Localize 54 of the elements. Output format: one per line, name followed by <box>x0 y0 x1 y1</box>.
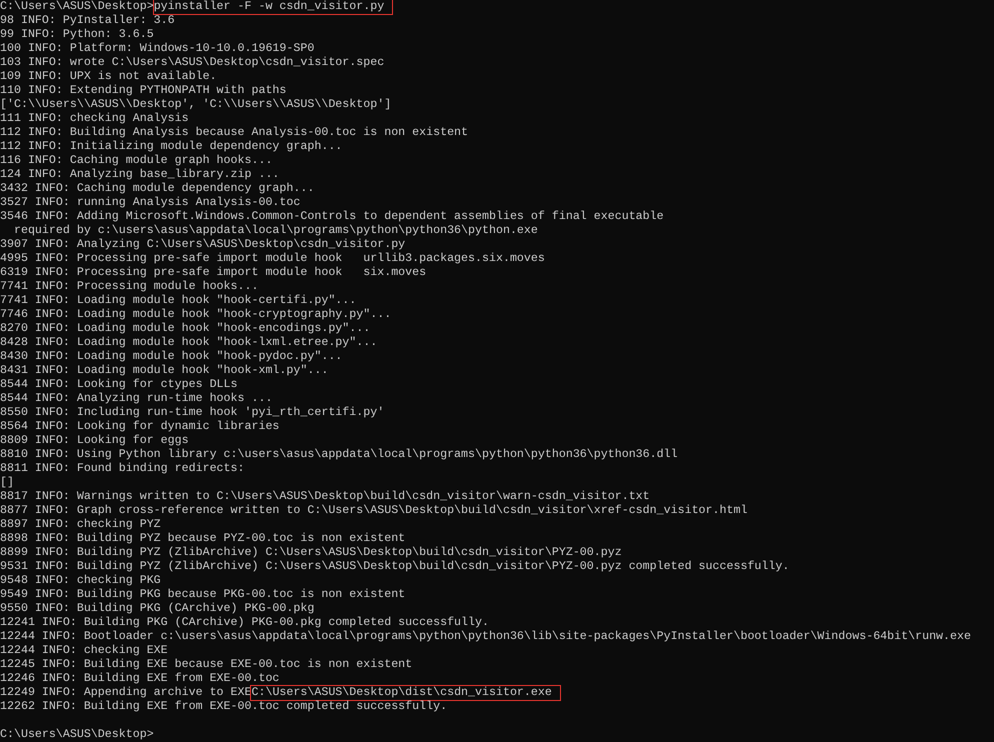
console-line: ['C:\\Users\\ASUS\\Desktop', 'C:\\Users\\ASUS\\Desktop'] <box>0 98 392 112</box>
console-line: 12241 INFO: Building PKG (CArchive) PKG-00.pkg completed successfully. <box>0 616 489 630</box>
console-line: 9550 INFO: Building PKG (CArchive) PKG-00.pkg <box>0 602 314 616</box>
console-line: 8877 INFO: Graph cross-reference written to C:\Users\ASUS\Desktop\build\csdn_visitor\xref-csdn_visitor.html <box>0 504 748 518</box>
console-line: 12249 INFO: Appending archive to EXE <box>0 686 252 700</box>
console-line: 8550 INFO: Including run-time hook 'pyi_rth_certifi.py' <box>0 406 384 420</box>
console-line: 98 INFO: PyInstaller: 3.6 <box>0 14 175 28</box>
console-line: 8431 INFO: Loading module hook "hook-xml.py"... <box>0 364 328 378</box>
console-line: 12246 INFO: Building EXE from EXE-00.toc <box>0 672 280 686</box>
console-line: 12244 INFO: checking EXE <box>0 644 168 658</box>
console-line: 9549 INFO: Building PKG because PKG-00.toc is non existent <box>0 588 406 602</box>
console-line: 12244 INFO: Bootloader c:\users\asus\appdata\local\programs\python\python36\lib\site-packages\PyInstaller\bootloader\Windows-64bit\runw.exe <box>0 630 971 644</box>
console-line: 3432 INFO: Caching module dependency graph... <box>0 182 314 196</box>
console-line: 12245 INFO: Building EXE because EXE-00.toc is non existent <box>0 658 412 672</box>
console-line: 8544 INFO: Looking for ctypes DLLs <box>0 378 238 392</box>
console-line: 111 INFO: checking Analysis <box>0 112 189 126</box>
console-line: 8564 INFO: Looking for dynamic libraries <box>0 420 280 434</box>
console-line: 112 INFO: Building Analysis because Analysis-00.toc is non existent <box>0 126 468 140</box>
console-line: 112 INFO: Initializing module dependency graph... <box>0 140 342 154</box>
console-line: 8428 INFO: Loading module hook "hook-lxml.etree.py"... <box>0 336 378 350</box>
console-line: 103 INFO: wrote C:\Users\ASUS\Desktop\csdn_visitor.spec <box>0 56 384 70</box>
highlighted-text: pyinstaller -F -w csdn_visitor.py <box>154 0 392 14</box>
console-line: 3546 INFO: Adding Microsoft.Windows.Common-Controls to dependent assemblies of final executable <box>0 210 664 224</box>
console-line: 8899 INFO: Building PYZ (ZlibArchive) C:\Users\ASUS\Desktop\build\csdn_visitor\PYZ-00.pyz <box>0 546 622 560</box>
console-line: 8897 INFO: checking PYZ <box>0 518 161 532</box>
console-line: 7741 INFO: Loading module hook "hook-certifi.py"... <box>0 294 356 308</box>
console-line: 8898 INFO: Building PYZ because PYZ-00.toc is non existent <box>0 532 406 546</box>
console-line: 8544 INFO: Analyzing run-time hooks ... <box>0 392 272 406</box>
console-line: 99 INFO: Python: 3.6.5 <box>0 28 154 42</box>
highlighted-text: C:\Users\ASUS\Desktop\dist\csdn_visitor.exe <box>251 686 560 700</box>
console-line: 8270 INFO: Loading module hook "hook-encodings.py"... <box>0 322 370 336</box>
console-line: 3527 INFO: running Analysis Analysis-00.toc <box>0 196 300 210</box>
console-line: 9531 INFO: Building PYZ (ZlibArchive) C:\Users\ASUS\Desktop\build\csdn_visitor\PYZ-00.pyz completed successfully. <box>0 560 790 574</box>
console-line: required by c:\users\asus\appdata\local\programs\python\python36\python.exe <box>12 224 538 238</box>
console-line: C:\Users\ASUS\Desktop> <box>0 0 154 14</box>
console-line: 124 INFO: Analyzing base_library.zip ... <box>0 168 280 182</box>
console-line: [] <box>0 476 14 490</box>
console-line: 116 INFO: Caching module graph hooks... <box>0 154 272 168</box>
console-line: 8817 INFO: Warnings written to C:\Users\ASUS\Desktop\build\csdn_visitor\warn-csdn_visitor.txt <box>0 490 650 504</box>
console-line: 7741 INFO: Processing module hooks... <box>0 280 258 294</box>
console-line: 8810 INFO: Using Python library c:\users\asus\appdata\local\programs\python\python36\python36.dll <box>0 448 678 462</box>
console-line: 110 INFO: Extending PYTHONPATH with paths <box>0 84 286 98</box>
console-line: 6319 INFO: Processing pre-safe import module hook six.moves <box>0 266 426 280</box>
console-line: 109 INFO: UPX is not available. <box>0 70 217 84</box>
console-line: 9548 INFO: checking PKG <box>0 574 161 588</box>
console-line: 7746 INFO: Loading module hook "hook-cryptography.py"... <box>0 308 392 322</box>
console-line: 12262 INFO: Building EXE from EXE-00.toc completed successfully. <box>0 700 448 714</box>
console-line: 8811 INFO: Found binding redirects: <box>0 462 244 476</box>
console-line: 8809 INFO: Looking for eggs <box>0 434 189 448</box>
console-line: 8430 INFO: Loading module hook "hook-pydoc.py"... <box>0 350 342 364</box>
console-line: 4995 INFO: Processing pre-safe import module hook urllib3.packages.six.moves <box>0 252 545 266</box>
console-line: 100 INFO: Platform: Windows-10-10.0.19619-SP0 <box>0 42 314 56</box>
console-line: C:\Users\ASUS\Desktop> <box>0 728 154 742</box>
console-line: 3907 INFO: Analyzing C:\Users\ASUS\Desktop\csdn_visitor.py <box>0 238 406 252</box>
